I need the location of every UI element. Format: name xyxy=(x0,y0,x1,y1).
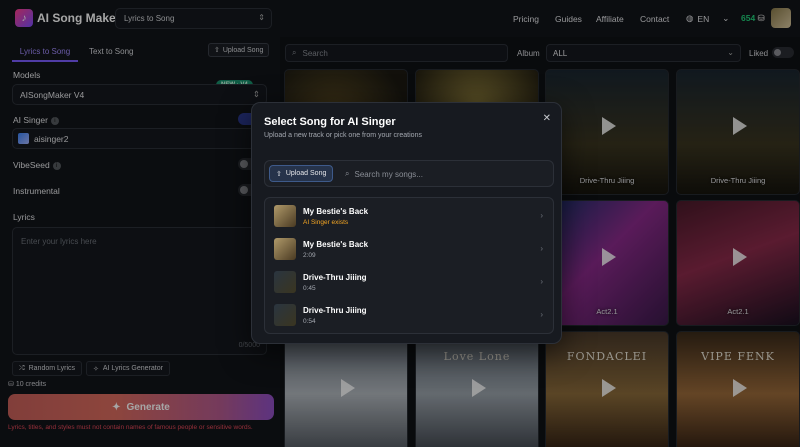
song-name: Drive-Thru Jiiing xyxy=(303,306,367,315)
song-list-item[interactable]: Drive-Thru Jiiing 0:54 › xyxy=(265,299,553,332)
song-thumbnail xyxy=(274,304,296,326)
song-list: My Bestie's Back AI Singer exists › My B… xyxy=(264,197,554,334)
chevron-right-icon: › xyxy=(540,310,543,319)
chevron-right-icon: › xyxy=(540,244,543,253)
chevron-right-icon: › xyxy=(540,211,543,220)
song-list-item[interactable]: Drive-Thru Jiiing 0:45 › xyxy=(265,266,553,299)
song-name: Drive-Thru Jiiing xyxy=(303,273,367,282)
modal-subtitle: Upload a new track or pick one from your… xyxy=(264,132,422,139)
song-thumbnail xyxy=(274,238,296,260)
song-name: My Bestie's Back xyxy=(303,207,369,216)
song-thumbnail xyxy=(274,205,296,227)
search-icon: ⌕ xyxy=(345,169,350,178)
song-search-placeholder: Search my songs... xyxy=(354,169,423,179)
song-list-item[interactable]: My Bestie's Back AI Singer exists › xyxy=(265,200,553,233)
chevron-right-icon: › xyxy=(540,277,543,286)
song-duration: 0:54 xyxy=(303,318,316,325)
select-song-modal: Select Song for AI Singer Upload a new t… xyxy=(251,102,562,344)
upload-icon: ⇧ xyxy=(276,170,282,178)
modal-title: Select Song for AI Singer xyxy=(264,116,396,128)
modal-upload-label: Upload Song xyxy=(285,170,327,177)
song-name: My Bestie's Back xyxy=(303,240,369,249)
song-duration: 2:09 xyxy=(303,252,316,259)
song-thumbnail xyxy=(274,271,296,293)
modal-upload-song-button[interactable]: ⇧ Upload Song xyxy=(269,165,334,182)
modal-toolbar: ⇧ Upload Song ⌕ Search my songs... xyxy=(264,160,554,187)
song-status: AI Singer exists xyxy=(303,219,349,226)
song-search-input[interactable]: ⌕ Search my songs... xyxy=(345,169,423,179)
song-list-item[interactable]: My Bestie's Back 2:09 › xyxy=(265,233,553,266)
close-icon[interactable]: ✕ xyxy=(543,113,551,124)
song-duration: 0:45 xyxy=(303,285,316,292)
